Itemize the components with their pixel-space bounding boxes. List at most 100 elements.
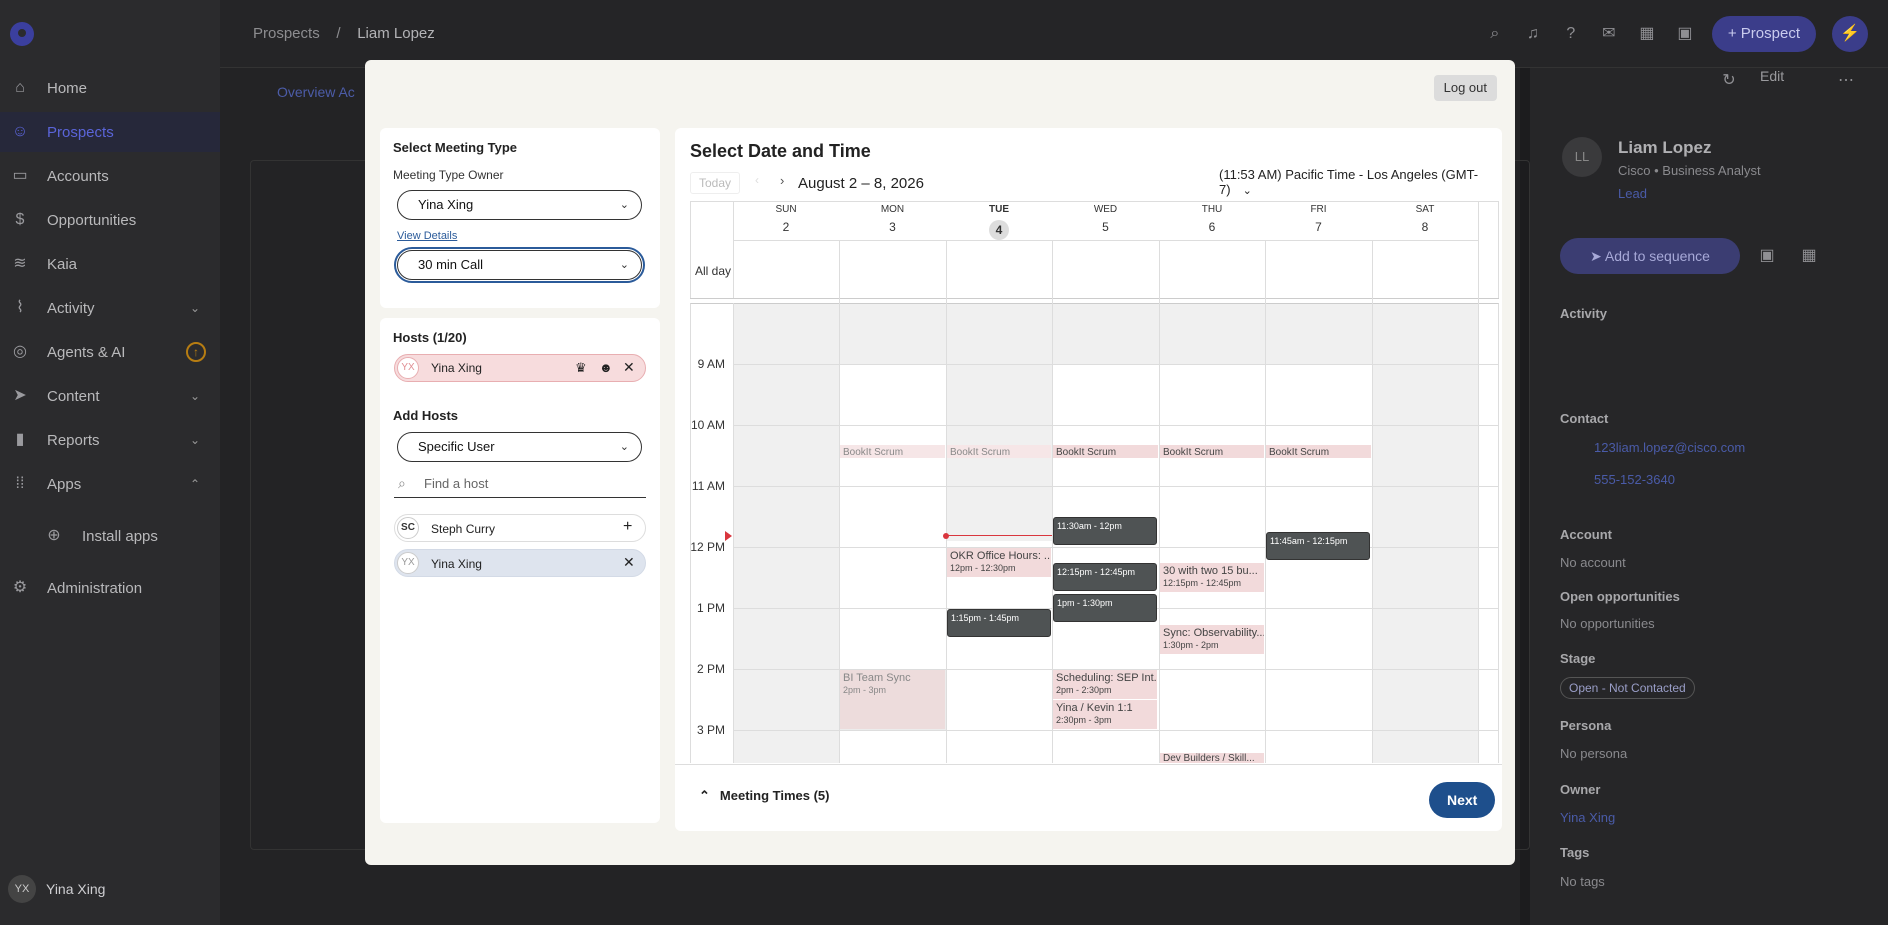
prospect-subtitle: Cisco • Business Analyst xyxy=(1618,163,1761,178)
close-icon[interactable]: ✕ xyxy=(623,554,635,571)
email-link[interactable]: 123liam.lopez@cisco.com xyxy=(1594,440,1745,455)
day-name: SAT xyxy=(1415,204,1435,215)
current-user[interactable]: YX Yina Xing xyxy=(8,875,105,903)
nav-install-apps[interactable]: ⊕ Install apps xyxy=(0,516,220,556)
nav-accounts[interactable]: ▭ Accounts xyxy=(0,156,220,196)
chevron-down-icon: ⌄ xyxy=(619,441,629,453)
person-icon: ☺ xyxy=(11,123,29,140)
calendar-event[interactable]: BI Team Sync 2pm - 3pm xyxy=(840,670,945,729)
calendar-event[interactable]: Sync: Observability... 1:30pm - 2pm xyxy=(1160,625,1264,654)
day-header-sun[interactable]: SUN 2 xyxy=(733,204,839,234)
prev-week-icon[interactable]: ‹ xyxy=(755,173,759,187)
day-header-thu[interactable]: THU 6 xyxy=(1159,204,1265,234)
nav-home[interactable]: ⌂ Home xyxy=(0,68,220,108)
log-out-button[interactable]: Log out xyxy=(1433,75,1497,101)
hour-line xyxy=(733,547,1499,548)
bell-icon[interactable]: ♫ xyxy=(1522,23,1544,45)
dialer-icon[interactable]: ▣ xyxy=(1674,23,1696,45)
meeting-slot[interactable]: 1:15pm - 1:45pm xyxy=(947,609,1051,637)
nav-opportunities[interactable]: $ Opportunities xyxy=(0,200,220,240)
timezone-select[interactable]: (11:53 AM) Pacific Time - Los Angeles (G… xyxy=(1219,167,1502,197)
lead-link[interactable]: Lead xyxy=(1618,186,1647,201)
nav-agents-ai[interactable]: ◎ Agents & AI ↑ xyxy=(0,332,220,372)
mail-icon[interactable]: ✉ xyxy=(1598,23,1620,45)
next-week-icon[interactable]: › xyxy=(780,173,784,188)
chevron-up-icon: ⌃ xyxy=(190,477,201,491)
meeting-times-toggle[interactable]: ⌃ Meeting Times (5) xyxy=(699,788,829,804)
calendar-event[interactable]: BookIt Scrum xyxy=(840,445,945,458)
meeting-owner-label: Meeting Type Owner xyxy=(393,168,504,182)
hour-line xyxy=(733,730,1499,731)
calendar-event[interactable]: Dev Builders / Skill... xyxy=(1160,753,1264,763)
add-icon[interactable]: + xyxy=(623,518,632,536)
unavailable-block xyxy=(1160,304,1266,365)
more-icon[interactable]: ⋯ xyxy=(1835,70,1857,92)
edit-button[interactable]: Edit xyxy=(1760,68,1784,84)
home-icon: ⌂ xyxy=(15,79,25,96)
add-to-sequence-button[interactable]: ➤ Add to sequence xyxy=(1560,238,1740,274)
meeting-slot[interactable]: 11:30am - 12pm xyxy=(1053,517,1157,545)
today-button[interactable]: Today xyxy=(690,172,741,194)
meeting-slot[interactable]: 12:15pm - 12:45pm xyxy=(1053,563,1157,591)
host-search-input[interactable]: Find a host xyxy=(424,476,488,491)
event-title: Scheduling: SEP Int... xyxy=(1056,672,1157,684)
nav-content[interactable]: ➤ Content ⌄ xyxy=(0,376,220,416)
day-header-wed[interactable]: WED 5 xyxy=(1052,204,1159,234)
calendar-event[interactable]: OKR Office Hours: ... 12pm - 12:30pm xyxy=(947,548,1051,577)
nav-prospects[interactable]: ☺ Prospects xyxy=(0,112,220,152)
app-logo[interactable] xyxy=(10,22,34,46)
view-details-link[interactable]: View Details xyxy=(397,230,457,242)
time-label: 10 AM xyxy=(690,418,725,432)
meeting-times-label: Meeting Times (5) xyxy=(719,788,830,803)
calendar-icon[interactable]: ▦ xyxy=(1636,23,1658,45)
nav-kaia[interactable]: ≋ Kaia xyxy=(0,244,220,284)
nav-activity[interactable]: ⌇ Activity ⌄ xyxy=(0,288,220,328)
breadcrumb-current: Liam Lopez xyxy=(357,25,435,42)
meeting-slot[interactable]: 11:45am - 12:15pm xyxy=(1266,532,1370,560)
calendar-event[interactable]: 30 with two 15 bu... 12:15pm - 12:45pm xyxy=(1160,563,1264,592)
calendar-event[interactable]: BookIt Scrum xyxy=(1160,445,1264,458)
day-number: 7 xyxy=(1315,220,1322,234)
user-name: Yina Xing xyxy=(46,881,106,897)
image-icon[interactable]: ▣ xyxy=(1756,245,1778,267)
meeting-owner-select[interactable]: Yina Xing ⌄ xyxy=(397,190,642,220)
calendar-event[interactable]: BookIt Scrum xyxy=(1053,445,1158,458)
host-filter-value: Specific User xyxy=(418,439,495,454)
meeting-type-select[interactable]: 30 min Call ⌄ xyxy=(394,247,645,283)
phone-link[interactable]: 555-152-3640 xyxy=(1594,472,1675,487)
bolt-icon[interactable]: ⚡ xyxy=(1832,16,1868,52)
calendar-icon[interactable]: ▦ xyxy=(1798,245,1820,267)
day-header-tue[interactable]: TUE 4 xyxy=(946,204,1052,240)
day-header-sat[interactable]: SAT 8 xyxy=(1372,204,1478,234)
calendar-event[interactable]: Scheduling: SEP Int... 2pm - 2:30pm xyxy=(1053,670,1157,699)
calendar-event[interactable]: BookIt Scrum xyxy=(1266,445,1371,458)
next-button[interactable]: Next xyxy=(1429,782,1496,818)
day-header-mon[interactable]: MON 3 xyxy=(839,204,946,234)
calendar-event[interactable]: BookIt Scrum xyxy=(947,445,1051,458)
list-item[interactable]: YX Yina Xing ✕ xyxy=(394,549,646,577)
prospect-name: Liam Lopez xyxy=(1618,138,1712,157)
nav-apps[interactable]: ⁞⁞ Apps ⌃ xyxy=(0,464,220,504)
help-icon[interactable]: ? xyxy=(1560,23,1582,45)
person-icon[interactable]: ☻ xyxy=(599,360,613,375)
search-icon[interactable]: ⌕ xyxy=(1484,23,1506,45)
add-prospect-button[interactable]: + Prospect xyxy=(1711,16,1816,52)
time-label: 9 AM xyxy=(697,357,725,371)
host-search-row[interactable]: ⌕ Find a host xyxy=(394,470,646,498)
close-icon[interactable]: ✕ xyxy=(623,359,635,376)
user-name: Yina Xing xyxy=(431,557,482,571)
meeting-slot[interactable]: 1pm - 1:30pm xyxy=(1053,594,1157,622)
refresh-icon[interactable]: ↻ xyxy=(1718,70,1740,92)
list-item[interactable]: SC Steph Curry + xyxy=(394,514,646,542)
calendar-event[interactable]: Yina / Kevin 1:1 2:30pm - 3pm xyxy=(1053,700,1157,729)
current-time-marker xyxy=(725,531,732,541)
host-filter-select[interactable]: Specific User ⌄ xyxy=(397,432,642,462)
day-header-fri[interactable]: FRI 7 xyxy=(1265,204,1372,234)
owner-link[interactable]: Yina Xing xyxy=(1560,810,1615,825)
breadcrumb-prospects[interactable]: Prospects xyxy=(253,25,320,42)
add-hosts-title: Add Hosts xyxy=(393,408,458,423)
nav-reports[interactable]: ▮ Reports ⌄ xyxy=(0,420,220,460)
stage-badge[interactable]: Open - Not Contacted xyxy=(1560,677,1695,699)
nav-administration[interactable]: ⚙ Administration xyxy=(0,568,220,608)
crown-icon[interactable]: ♛ xyxy=(575,360,587,376)
